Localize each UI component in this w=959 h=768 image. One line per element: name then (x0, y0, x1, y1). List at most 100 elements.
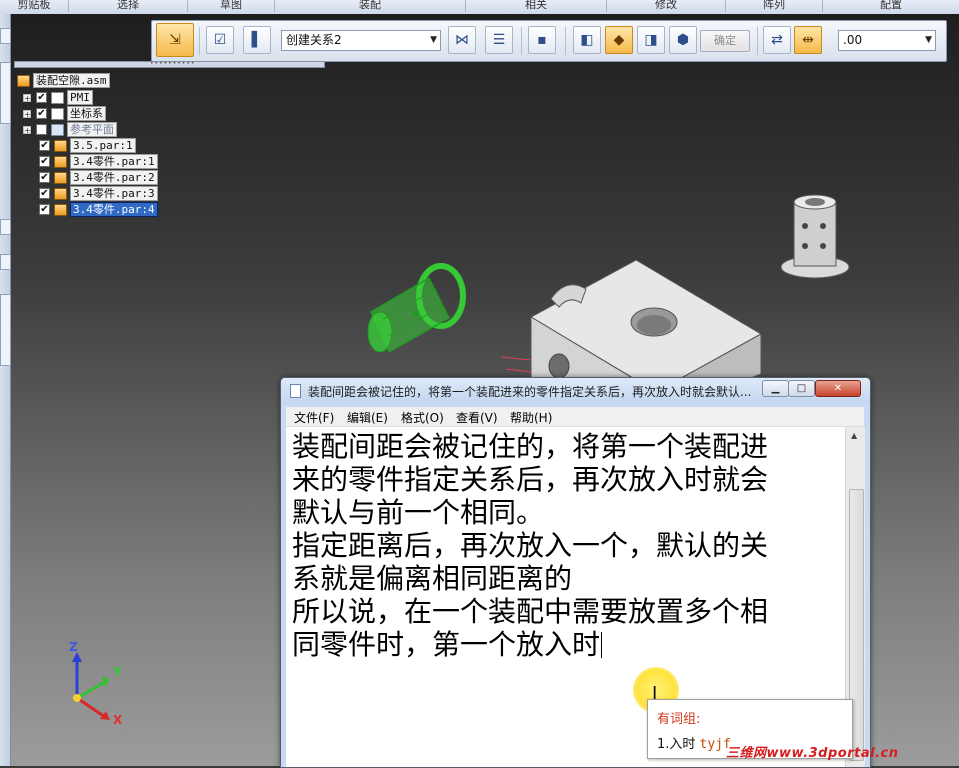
maximize-button[interactable]: □ (788, 380, 815, 397)
scroll-up-icon[interactable]: ▲ (851, 431, 857, 440)
tree-item-coordinate-systems[interactable]: + ✔ 坐标系 (23, 106, 106, 121)
visibility-checkbox[interactable] (36, 124, 47, 135)
swap-icon[interactable]: ⇄ (763, 26, 791, 54)
confirm-button[interactable]: 确定 (700, 30, 750, 52)
list-icon[interactable]: ☰ (485, 26, 513, 54)
tree-item-label[interactable]: 3.4零件.par:1 (70, 154, 158, 169)
relationship-select-value: 创建关系2 (286, 33, 342, 47)
notepad-title: 装配间距会被记住的，将第一个装配进来的零件指定关系后，再次放入时就会默认... (308, 385, 752, 399)
text-line: 系就是偏离相同距离的 (292, 562, 573, 595)
tree-item-label[interactable]: 参考平面 (67, 122, 117, 137)
ribbon-group-configure[interactable]: 配置 (823, 0, 959, 12)
separator (757, 27, 758, 55)
tree-item-part[interactable]: ✔ 3.4零件.par:2 (39, 170, 158, 185)
notepad-menubar: 文件(F) 编辑(E) 格式(O) 查看(V) 帮助(H) (286, 407, 864, 427)
select-part-icon[interactable]: ▪ (528, 26, 556, 54)
menu-file[interactable]: 文件(F) (294, 409, 334, 426)
visibility-checkbox[interactable]: ✔ (39, 188, 50, 199)
tree-item-reference-planes[interactable]: + 参考平面 (23, 122, 117, 137)
y-axis-label: Y (113, 665, 122, 679)
tree-item-label[interactable]: 坐标系 (67, 106, 106, 121)
menu-help[interactable]: 帮助(H) (510, 409, 552, 426)
grip-icon[interactable]: •••••••••• (150, 61, 194, 67)
assembly-relationships-icon[interactable]: ⇲ (156, 23, 194, 57)
ime-candidate-text: 1.入时 (657, 737, 696, 752)
cube-icon[interactable]: ⬢ (669, 26, 697, 54)
ribbon-group-sketch[interactable]: 草图 (188, 0, 275, 12)
ribbon-group-pattern[interactable]: 阵列 (726, 0, 823, 12)
coordinate-system-icon (51, 107, 64, 120)
separator (565, 27, 566, 55)
ribbon-group-clipboard[interactable]: 剪贴板 (0, 0, 69, 12)
rail-tab-1[interactable] (0, 28, 11, 44)
relationship-type-icon[interactable]: ▌ (243, 26, 271, 54)
tree-item-label[interactable]: 3.4零件.par:2 (70, 170, 158, 185)
visibility-checkbox[interactable]: ✔ (39, 204, 50, 215)
tree-item-label[interactable]: 3.4零件.par:3 (70, 186, 158, 201)
text-line: 指定距离后，再次放入一个，默认的关 (292, 529, 769, 562)
expand-icon[interactable]: + (23, 109, 31, 118)
relationship-select[interactable]: 创建关系2 ▼ (281, 30, 441, 51)
flip-icon[interactable]: ⋈ (448, 26, 476, 54)
text-line: 默认与前一个相同。 (292, 496, 545, 529)
minimize-button[interactable]: ▁ (762, 380, 789, 397)
part-icon (54, 187, 67, 200)
tree-root[interactable]: 装配空隙.asm (17, 73, 110, 88)
rail-tab-3[interactable] (0, 219, 11, 235)
ime-candidate[interactable]: 1.入时 tyjf (657, 733, 731, 752)
close-button[interactable]: ✕ (815, 380, 861, 397)
tree-item-part[interactable]: ✔ 3.4零件.par:3 (39, 186, 158, 201)
x-axis-label: X (113, 713, 123, 727)
z-axis-label: Z (69, 640, 78, 654)
pathfinder-splitter[interactable]: •••••••••• (14, 61, 325, 68)
expand-icon[interactable]: + (23, 125, 31, 134)
offset-type-icon[interactable]: ⇹ (794, 26, 822, 54)
chevron-down-icon: ▼ (925, 35, 932, 45)
tree-item-label[interactable]: 3.5.par:1 (70, 138, 136, 153)
text-line: 来的零件指定关系后，再次放入时就会 (292, 463, 769, 496)
tree-item-pmi[interactable]: + ✔ PMI (23, 90, 93, 105)
menu-format[interactable]: 格式(O) (401, 409, 444, 426)
ribbon-group-related[interactable]: 相关 (466, 0, 607, 12)
tree-item-label[interactable]: PMI (67, 90, 93, 105)
text-line: 装配间距会被记住的，将第一个装配进 (292, 430, 769, 463)
tree-item-part[interactable]: ✔ 3.5.par:1 (39, 138, 136, 153)
ime-header: 有词组: (657, 712, 701, 727)
left-docking-rail (0, 14, 11, 766)
offset-value-select[interactable]: .00 ▼ (838, 30, 936, 51)
text-caret (601, 632, 603, 658)
tree-item-part[interactable]: ✔ 3.4零件.par:1 (39, 154, 158, 169)
visibility-checkbox[interactable]: ✔ (39, 172, 50, 183)
expand-icon[interactable]: + (23, 93, 31, 102)
tree-root-label[interactable]: 装配空隙.asm (33, 73, 110, 88)
tree-item-part-selected[interactable]: ✔ 3.4零件.par:4 (39, 202, 158, 217)
visibility-checkbox[interactable]: ✔ (39, 140, 50, 151)
offset-value: .00 (843, 33, 863, 47)
visibility-checkbox[interactable]: ✔ (36, 92, 47, 103)
options-icon[interactable]: ☑ (206, 26, 234, 54)
target-part-icon[interactable]: ◆ (605, 26, 633, 54)
visibility-checkbox[interactable]: ✔ (39, 156, 50, 167)
tree-item-label[interactable]: 3.4零件.par:4 (70, 202, 158, 217)
visibility-checkbox[interactable]: ✔ (36, 108, 47, 119)
pmi-icon (51, 91, 64, 104)
rail-tab-4[interactable] (0, 254, 11, 270)
rail-tab-5[interactable] (0, 294, 11, 366)
target-face-icon[interactable]: ◨ (637, 26, 665, 54)
text-line: 同零件时，第一个放入时 (292, 628, 601, 661)
ribbon-group-modify[interactable]: 修改 (607, 0, 726, 12)
ribbon-group-assemble[interactable]: 装配 (275, 0, 466, 12)
menu-edit[interactable]: 编辑(E) (347, 409, 388, 426)
menu-view[interactable]: 查看(V) (456, 409, 498, 426)
command-bar: ⇲ ☑ ▌ 创建关系2 ▼ ⋈ ☰ ▪ ◧ ◆ ◨ ⬢ 确定 ⇄ ⇹ .00 ▼ (151, 20, 947, 62)
select-face-icon[interactable]: ◧ (573, 26, 601, 54)
axis-triad: Z Y X (60, 640, 140, 730)
notepad-titlebar[interactable]: 装配间距会被记住的，将第一个装配进来的零件指定关系后，再次放入时就会默认... … (281, 378, 870, 404)
rail-tab-2[interactable] (0, 62, 11, 124)
part-icon (54, 171, 67, 184)
part-icon (54, 203, 67, 216)
separator (199, 27, 200, 55)
watermark: 三维网www.3dportal.cn (726, 746, 899, 761)
part-icon (54, 139, 67, 152)
ribbon-group-select[interactable]: 选择 (69, 0, 188, 12)
